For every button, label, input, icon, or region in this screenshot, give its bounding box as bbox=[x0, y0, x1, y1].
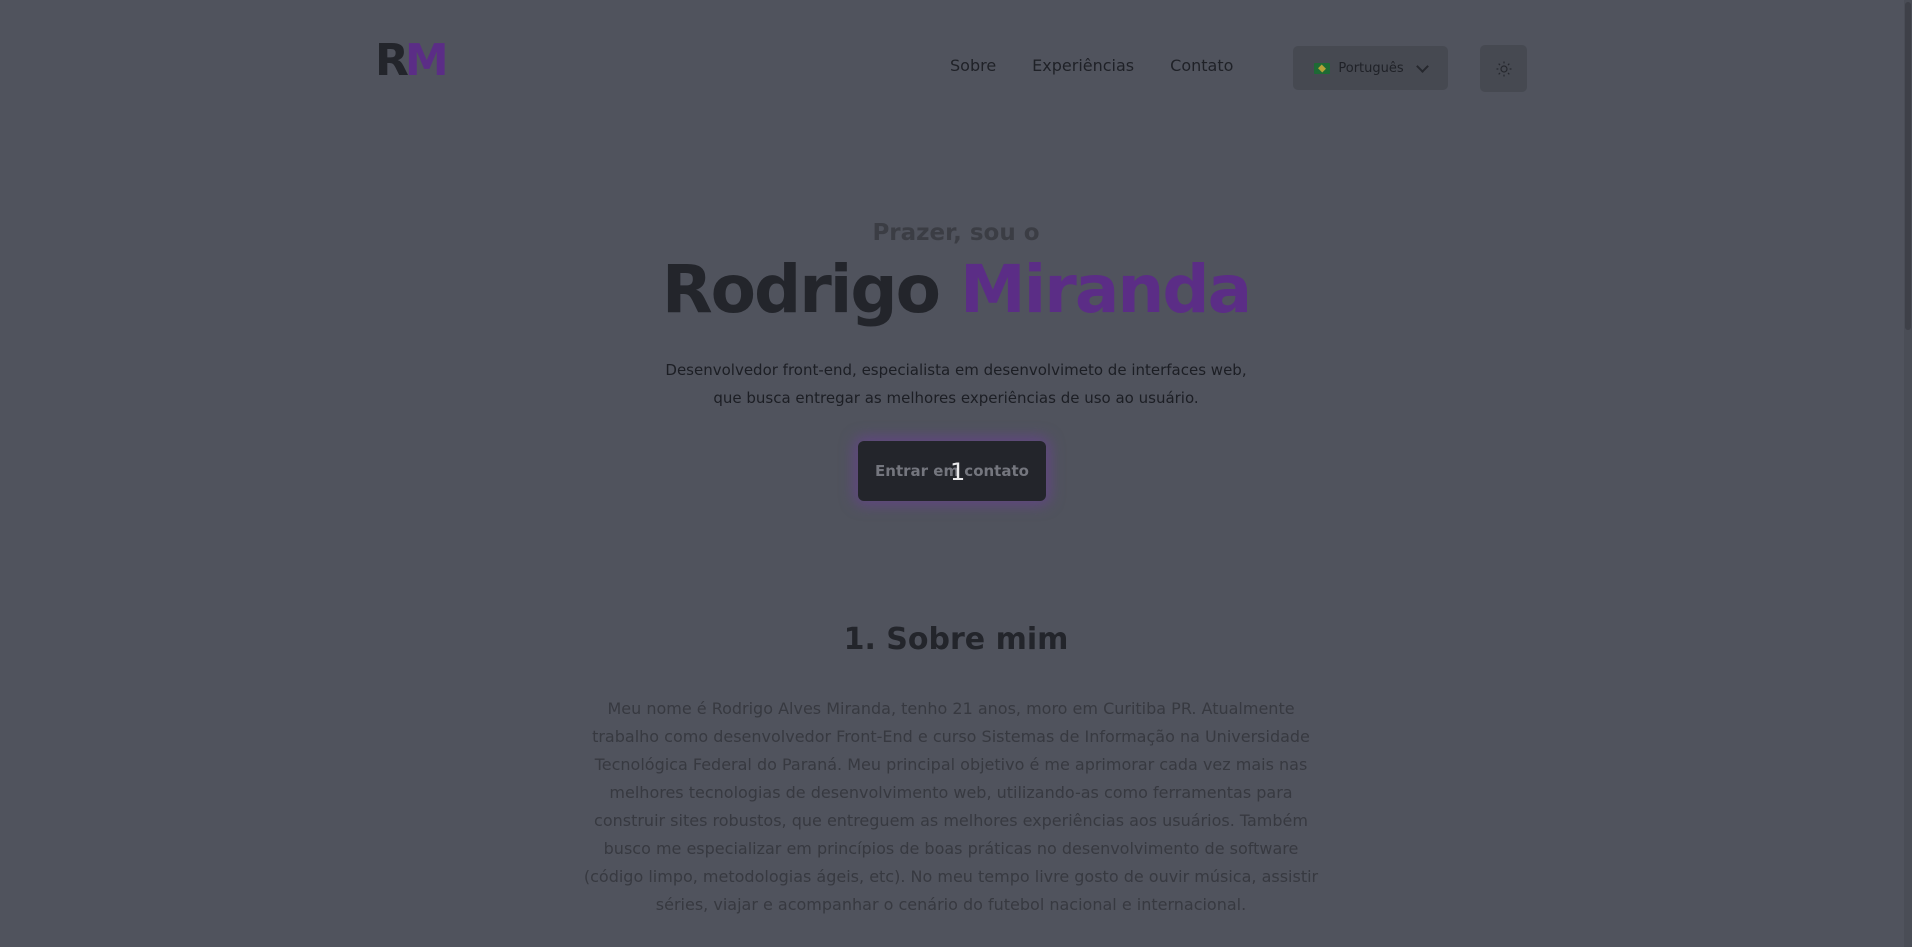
language-select[interactable]: Português bbox=[1293, 46, 1448, 90]
nav-link-contato[interactable]: Contato bbox=[1170, 56, 1233, 75]
hero-tagline: Desenvolvedor front-end, especialista em… bbox=[0, 356, 1912, 412]
logo[interactable]: RM bbox=[375, 35, 449, 86]
main-nav: Sobre Experiências Contato bbox=[950, 56, 1233, 75]
hero-tagline-line: que busca entregar as melhores experiênc… bbox=[713, 389, 1199, 407]
about-line: construir sites robustos, que entreguem … bbox=[594, 811, 1308, 830]
about-line: (código limpo, metodologias ágeis, etc).… bbox=[583, 867, 1319, 886]
language-label: Português bbox=[1338, 60, 1404, 76]
hero-tagline-line: Desenvolvedor front-end, especialista em… bbox=[665, 361, 1247, 379]
chevron-down-icon bbox=[1415, 59, 1429, 73]
nav-link-experiencias[interactable]: Experiências bbox=[1032, 56, 1134, 75]
theme-toggle-button[interactable] bbox=[1480, 45, 1527, 92]
step-badge: 1 bbox=[950, 458, 966, 486]
about-line: séries, viajar e acompanhar o cenário do… bbox=[655, 895, 1247, 914]
page: RM Sobre Experiências Contato Português … bbox=[0, 0, 1912, 947]
nav-link-sobre[interactable]: Sobre bbox=[950, 56, 996, 75]
about-title: 1. Sobre mim bbox=[843, 622, 1069, 657]
scrollbar[interactable] bbox=[1904, 0, 1912, 947]
about-line: Meu nome é Rodrigo Alves Miranda, tenho … bbox=[607, 699, 1295, 718]
hero-last-name: Miranda bbox=[960, 251, 1252, 328]
hero-first-name: Rodrigo bbox=[661, 251, 941, 328]
about-line: melhores tecnologias de desenvolvimento … bbox=[609, 783, 1293, 802]
about-text: Meu nome é Rodrigo Alves Miranda, tenho … bbox=[570, 695, 1332, 919]
logo-r: R bbox=[375, 35, 409, 86]
scrollbar-thumb[interactable] bbox=[1905, 2, 1911, 330]
hero-name: Rodrigo Miranda bbox=[0, 250, 1912, 330]
sun-icon bbox=[1496, 61, 1511, 76]
about-line: Tecnológica Federal do Paraná. Meu princ… bbox=[594, 755, 1308, 774]
brazil-flag-icon bbox=[1314, 62, 1331, 74]
logo-m: M bbox=[404, 35, 449, 86]
about-line: busco me especializar em princípios de b… bbox=[603, 839, 1299, 858]
about-line: trabalho como desenvolvedor Front-End e … bbox=[592, 727, 1310, 746]
hero-greeting: Prazer, sou o bbox=[872, 220, 1040, 246]
